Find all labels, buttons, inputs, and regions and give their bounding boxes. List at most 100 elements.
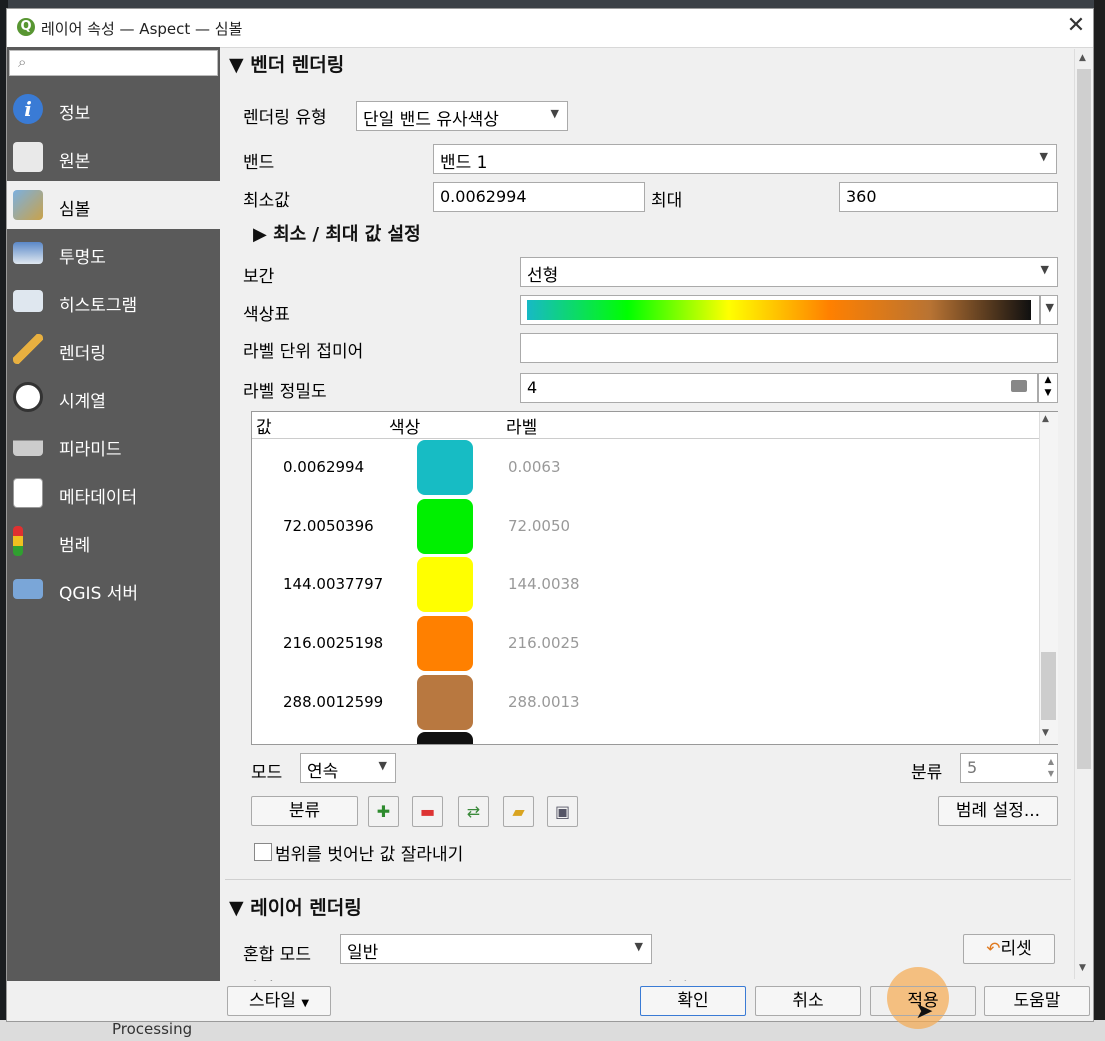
- table-scrollbar[interactable]: ▲ ▼: [1039, 412, 1058, 744]
- blend-mode-label: 혼합 모드: [243, 945, 311, 965]
- sidebar-item-pyramids[interactable]: 피라미드: [7, 421, 220, 469]
- max-label: 최대: [651, 191, 683, 211]
- reset-button[interactable]: ↶리셋: [963, 934, 1055, 964]
- band-rendering-header[interactable]: ▼ 벤더 렌더링: [229, 50, 344, 77]
- table-row[interactable]: 216.0025198 216.0025: [252, 614, 1032, 673]
- scrollbar-thumb[interactable]: [1041, 652, 1056, 720]
- label-suffix-label: 라벨 단위 접미어: [243, 342, 364, 362]
- precision-spin-arrows[interactable]: ▲ ▼: [1038, 373, 1058, 403]
- row-color-swatch[interactable]: [417, 675, 473, 730]
- window-title: 레이어 속성 — Aspect — 심볼: [41, 20, 243, 38]
- sidebar-item-qgis-server[interactable]: QGIS 서버: [7, 565, 220, 613]
- render-type-label: 렌더링 유형: [243, 108, 327, 128]
- clip-checkbox-label: 범위를 벗어난 값 잘라내기: [275, 845, 464, 865]
- sidebar-item-legend[interactable]: 범례: [7, 517, 220, 565]
- search-input[interactable]: ⌕: [9, 50, 218, 76]
- interpolation-select[interactable]: 선형 ▼: [520, 257, 1058, 287]
- color-ramp-dropdown[interactable]: ▼: [1040, 295, 1058, 325]
- layer-rendering-header[interactable]: ▼ 레이어 렌더링: [229, 893, 362, 920]
- sidebar-item-label: 정보: [59, 104, 91, 124]
- cancel-button[interactable]: 취소: [755, 986, 861, 1016]
- band-select[interactable]: 밴드 1 ▼: [433, 144, 1057, 174]
- sidebar: ⌕ i 정보 원본 심볼 투명도 히스토그램 렌더링 시계열 피라미드 메타데이…: [7, 47, 220, 999]
- reset-label: 리셋: [1000, 939, 1032, 959]
- scroll-up-icon[interactable]: ▲: [1079, 53, 1086, 63]
- label-suffix-field[interactable]: [520, 333, 1058, 363]
- header-value[interactable]: 값: [256, 413, 272, 438]
- row-value: 144.0037797: [283, 575, 384, 593]
- sidebar-item-rendering[interactable]: 렌더링: [7, 325, 220, 373]
- dialog-scrollbar[interactable]: ▲ ▼: [1074, 49, 1093, 979]
- blend-mode-select[interactable]: 일반 ▼: [340, 934, 652, 964]
- classes-label: 분류: [911, 763, 943, 783]
- mode-label: 모드: [251, 763, 283, 783]
- sidebar-item-info[interactable]: i 정보: [7, 85, 220, 133]
- scroll-down-icon[interactable]: ▼: [1042, 728, 1049, 738]
- band-label: 밴드: [243, 153, 275, 173]
- max-value-field[interactable]: 360: [839, 182, 1058, 212]
- style-button[interactable]: 스타일 ▼: [227, 986, 331, 1016]
- row-color-swatch[interactable]: [417, 557, 473, 612]
- load-file-icon[interactable]: ▰: [503, 796, 534, 827]
- help-button[interactable]: 도움말: [984, 986, 1090, 1016]
- sidebar-item-metadata[interactable]: 메타데이터: [7, 469, 220, 517]
- minmax-settings-toggle[interactable]: ▶ 최소 / 최대 값 설정: [253, 220, 421, 246]
- label-precision-spinbox[interactable]: 4: [520, 373, 1038, 403]
- reverse-colors-icon[interactable]: ⇄: [458, 796, 489, 827]
- table-row[interactable]: 288.0012599 288.0013: [252, 673, 1032, 732]
- row-color-swatch[interactable]: [417, 616, 473, 671]
- mode-select[interactable]: 연속 ▼: [300, 753, 396, 783]
- color-ramp-button[interactable]: [520, 295, 1040, 325]
- chevron-down-icon: ▼: [301, 998, 310, 1009]
- sidebar-item-label: 범례: [59, 536, 91, 556]
- search-icon: ⌕: [18, 53, 27, 71]
- background-map-top: [0, 0, 1105, 8]
- save-file-icon[interactable]: ▣: [547, 796, 578, 827]
- row-value: 216.0025198: [283, 634, 384, 652]
- row-color-swatch[interactable]: [417, 499, 473, 554]
- sidebar-item-source[interactable]: 원본: [7, 133, 220, 181]
- row-value: 72.0050396: [283, 517, 374, 535]
- render-type-select[interactable]: 단일 밴드 유사색상 ▼: [356, 101, 568, 131]
- scrollbar-thumb[interactable]: [1077, 69, 1091, 769]
- classes-spinbox[interactable]: 5 ▲ ▼: [960, 753, 1058, 783]
- row-color-swatch[interactable]: [417, 440, 473, 495]
- row-label: 144.0038: [508, 575, 580, 593]
- sidebar-item-symbology[interactable]: 심볼: [7, 181, 220, 229]
- background-statusbar: Processing: [0, 1020, 1105, 1041]
- server-icon: [13, 579, 43, 599]
- spin-arrows[interactable]: ▲ ▼: [1048, 756, 1054, 780]
- row-color-swatch-partial: [417, 732, 473, 744]
- add-value-icon[interactable]: ✚: [368, 796, 399, 827]
- sidebar-item-histogram[interactable]: 히스토그램: [7, 277, 220, 325]
- clip-checkbox[interactable]: [254, 843, 272, 861]
- table-row[interactable]: 144.0037797 144.0038: [252, 555, 1032, 614]
- sidebar-item-transparency[interactable]: 투명도: [7, 229, 220, 277]
- sidebar-item-label: 히스토그램: [59, 296, 138, 316]
- remove-value-icon[interactable]: ▬: [412, 796, 443, 827]
- legend-settings-button[interactable]: 범례 설정...: [938, 796, 1058, 826]
- processing-tab[interactable]: Processing: [112, 1020, 192, 1038]
- min-value-field[interactable]: 0.0062994: [433, 182, 645, 212]
- table-row[interactable]: 72.0050396 72.0050: [252, 497, 1032, 556]
- sidebar-item-label: 원본: [59, 152, 91, 172]
- clear-icon[interactable]: [1011, 380, 1027, 392]
- color-ramp-label: 색상표: [243, 305, 290, 325]
- classify-button[interactable]: 분류: [251, 796, 358, 826]
- chevron-down-icon: ▼: [378, 759, 387, 772]
- sidebar-item-temporal[interactable]: 시계열: [7, 373, 220, 421]
- dialog-footer: 스타일 ▼ 확인 취소 적용 도움말 ➤: [7, 967, 1093, 1029]
- header-color[interactable]: 색상: [389, 413, 420, 438]
- scroll-down-icon[interactable]: ▼: [1079, 963, 1086, 973]
- ok-button[interactable]: 확인: [640, 986, 746, 1016]
- scroll-up-icon[interactable]: ▲: [1042, 414, 1049, 424]
- row-value: 288.0012599: [283, 693, 384, 711]
- header-label[interactable]: 라벨: [506, 413, 537, 438]
- classes-value: 5: [967, 758, 978, 777]
- close-button[interactable]: ✕: [1063, 13, 1089, 38]
- table-row[interactable]: 0.0062994 0.0063: [252, 438, 1032, 497]
- row-label: 72.0050: [508, 517, 571, 535]
- min-label: 최소값: [243, 191, 290, 211]
- rendering-icon: [13, 334, 43, 364]
- table-header: 값 색상 라벨: [252, 412, 1040, 439]
